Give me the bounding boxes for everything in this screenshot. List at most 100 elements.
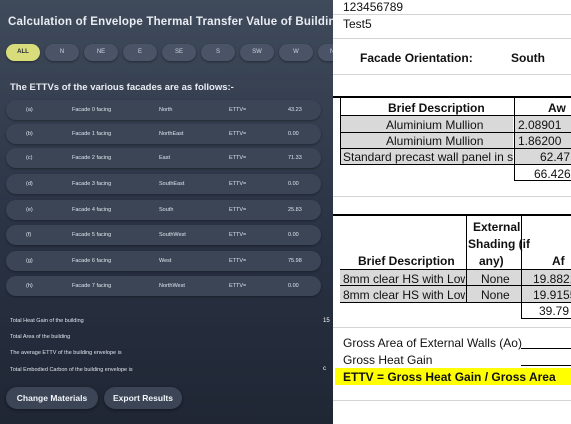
facade-ettv-heading: The ETTVs of the various facades are as … — [10, 82, 234, 93]
facade-row[interactable]: (c) Facade 2 facing East ETTV= 71.33 — [6, 148, 321, 168]
ettv-value: 0.00 — [288, 181, 299, 187]
border — [521, 365, 571, 366]
facade-index: (b) — [26, 131, 33, 137]
table2-header-ext[interactable]: Shading (if — [468, 237, 530, 251]
gridline — [330, 38, 571, 39]
facade-orientation-value[interactable]: South — [511, 51, 545, 65]
table1-header-aw[interactable]: Aw — [548, 101, 566, 115]
facade-direction: SouthWest — [159, 232, 186, 238]
facade-row[interactable]: (a) Facade 0 facing North ETTV= 43.23 — [6, 100, 321, 120]
ettv-value: 0.00 — [288, 232, 299, 238]
border — [514, 98, 515, 181]
ettv-label: ETTV= — [229, 283, 247, 289]
gridline — [330, 14, 571, 15]
facade-direction: South — [159, 207, 174, 213]
filter-chip-w[interactable]: W — [279, 44, 313, 61]
filter-chip-all[interactable]: ALL — [6, 44, 40, 61]
ettv-label: ETTV= — [229, 131, 247, 137]
ettv-label: ETTV= — [229, 155, 247, 161]
gridline — [330, 327, 571, 328]
ettv-label: ETTV= — [229, 107, 247, 113]
table2-header-af[interactable]: Af — [552, 254, 565, 268]
filter-chip-nw[interactable]: NW — [318, 44, 333, 61]
table1-row-aw[interactable]: 2.08901 — [518, 118, 561, 132]
facade-row[interactable]: (f) Facade 5 facing SouthWest ETTV= 0.00 — [6, 225, 321, 245]
facade-label: Facade 6 facing — [72, 258, 112, 264]
orientation-filter-chips: ALL N NE E SE S SW W NW — [6, 44, 333, 61]
summary-total-heat-gain: Total Heat Gain of the building — [10, 318, 84, 324]
gridline — [330, 400, 571, 401]
gross-area-label[interactable]: Gross Area of External Walls (Ao) — [343, 336, 522, 350]
border — [340, 269, 571, 270]
change-materials-button[interactable]: Change Materials — [6, 387, 98, 409]
facade-row[interactable]: (e) Facade 4 facing South ETTV= 25.83 — [6, 200, 321, 220]
table1-total[interactable]: 66.4264 — [534, 167, 571, 181]
border — [521, 216, 522, 319]
border — [340, 302, 571, 303]
ettv-value: 71.33 — [288, 155, 302, 161]
gross-heat-label[interactable]: Gross Heat Gain — [343, 353, 432, 367]
table2-row-af[interactable]: 19.8821 — [533, 272, 571, 286]
filter-chip-s[interactable]: S — [201, 44, 235, 61]
table2-row-desc[interactable]: 8mm clear HS with Low- — [343, 288, 465, 302]
cell-top-value[interactable]: 123456789 — [343, 0, 403, 14]
panel-title: Calculation of Envelope Thermal Transfer… — [8, 16, 333, 28]
facade-orientation-label[interactable]: Facade Orientation: — [360, 51, 473, 65]
table2-header-ext[interactable]: any) — [479, 254, 504, 268]
facade-direction: North — [159, 107, 173, 113]
table2-header-ext[interactable]: External — [473, 220, 520, 234]
summary-embodied-carbon-value: c — [323, 366, 326, 372]
filter-chip-ne[interactable]: NE — [84, 44, 118, 61]
table1-row-desc[interactable]: Aluminium Mullion — [386, 134, 483, 148]
cell-project-name[interactable]: Test5 — [343, 17, 372, 31]
ettv-results-panel: Calculation of Envelope Thermal Transfer… — [0, 0, 333, 424]
table2-row-desc[interactable]: 8mm clear HS with Low- — [343, 272, 465, 286]
summary-average-ettv: The average ETTV of the building envelop… — [10, 350, 122, 356]
facade-label: Facade 7 facing — [72, 283, 112, 289]
facade-row[interactable]: (h) Facade 7 facing NorthWest ETTV= 0.00 — [6, 276, 321, 296]
table2-row-shade[interactable]: None — [481, 272, 510, 286]
facade-index: (h) — [26, 283, 33, 289]
facade-index: (a) — [26, 107, 33, 113]
facade-row[interactable]: (g) Facade 6 facing West ETTV= 75.98 — [6, 251, 321, 271]
filter-chip-e[interactable]: E — [123, 44, 157, 61]
facade-label: Facade 0 facing — [72, 107, 112, 113]
filter-chip-sw[interactable]: SW — [240, 44, 274, 61]
facade-label: Facade 4 facing — [72, 207, 112, 213]
ettv-label: ETTV= — [229, 258, 247, 264]
table1-row-desc[interactable]: Aluminium Mullion — [386, 118, 483, 132]
facade-row[interactable]: (d) Facade 3 facing SouthEast ETTV= 0.00 — [6, 174, 321, 194]
facade-direction: SouthEast — [159, 181, 185, 187]
ettv-label: ETTV= — [229, 232, 247, 238]
border — [521, 348, 571, 349]
facade-row[interactable]: (b) Facade 1 facing NorthEast ETTV= 0.00 — [6, 124, 321, 144]
border — [340, 98, 341, 164]
table1-header-desc[interactable]: Brief Description — [388, 101, 485, 115]
border — [340, 115, 571, 116]
ettv-value: 25.83 — [288, 207, 302, 213]
table1-row-aw[interactable]: 1.86200 — [518, 134, 561, 148]
ettv-formula[interactable]: ETTV = Gross Heat Gain / Gross Area — [343, 370, 556, 384]
facade-index: (g) — [26, 258, 33, 264]
border — [340, 148, 571, 149]
border — [340, 164, 571, 165]
facade-direction: NorthEast — [159, 131, 184, 137]
ettv-value: 43.23 — [288, 107, 302, 113]
table1-row-desc[interactable]: Standard precast wall panel in stain — [343, 150, 513, 164]
table2-total[interactable]: 39.79 — [539, 304, 569, 318]
ettv-label: ETTV= — [229, 207, 247, 213]
facade-index: (c) — [26, 155, 33, 161]
table2-row-shade[interactable]: None — [481, 288, 510, 302]
filter-chip-n[interactable]: N — [45, 44, 79, 61]
gridline — [330, 196, 571, 197]
filter-chip-se[interactable]: SE — [162, 44, 196, 61]
table1-row-aw[interactable]: 62.47 — [540, 150, 570, 164]
table2-row-af[interactable]: 19.9155 — [533, 288, 571, 302]
facade-label: Facade 3 facing — [72, 181, 112, 187]
summary-total-area: Total Area of the building — [10, 334, 71, 340]
export-results-button[interactable]: Export Results — [104, 387, 182, 409]
table2-header-desc[interactable]: Brief Description — [358, 254, 455, 268]
gridline — [330, 74, 571, 75]
border — [521, 318, 571, 319]
ettv-value: 0.00 — [288, 131, 299, 137]
